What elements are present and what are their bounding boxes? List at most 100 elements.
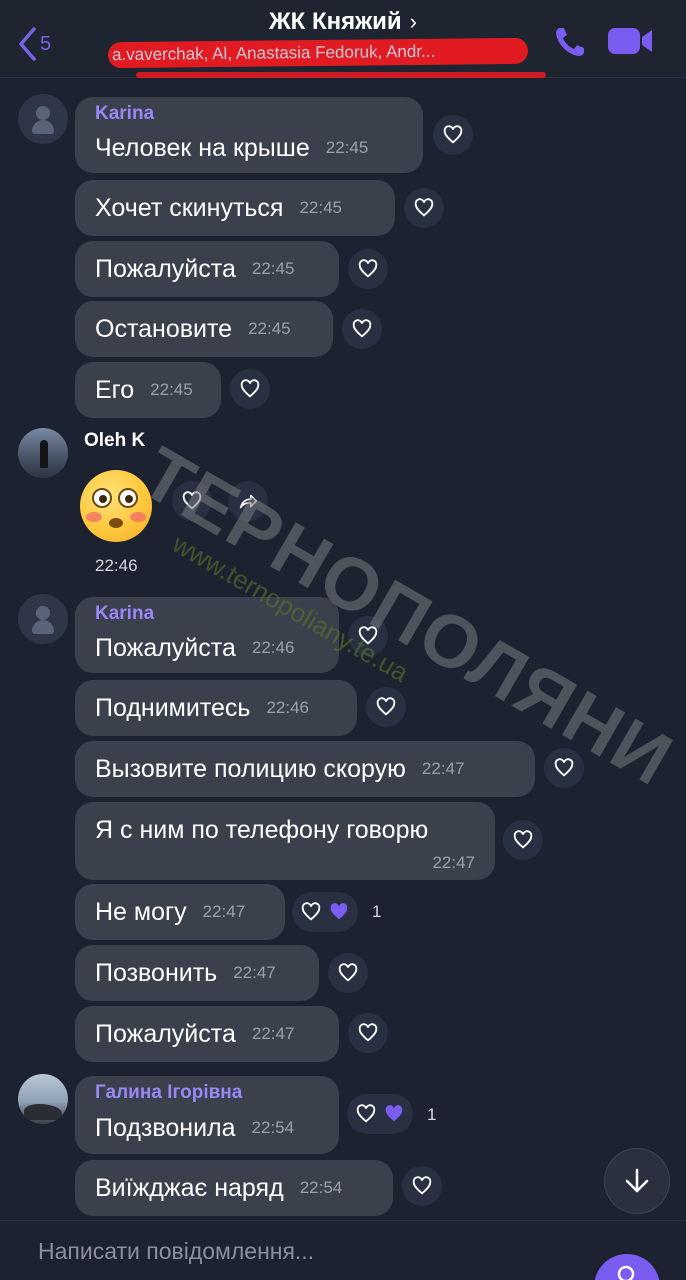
message-bubble[interactable]: Остановите 22:45 <box>75 301 333 357</box>
message-text: Не могу <box>95 897 187 926</box>
phone-icon[interactable] <box>550 22 590 62</box>
chat-header: 5 ЖК Княжий › a.vaverchak, Al, Anastasia … <box>0 0 686 78</box>
like-button[interactable] <box>503 820 543 860</box>
reaction-pill[interactable] <box>292 892 358 932</box>
message-text: Позвонить <box>95 958 218 987</box>
heart-icon <box>412 1176 432 1195</box>
like-button[interactable] <box>230 369 270 409</box>
like-button[interactable] <box>544 748 584 788</box>
like-button[interactable] <box>172 481 212 521</box>
sender-name: Karina <box>95 103 155 124</box>
message-time: 22:54 <box>251 1118 295 1137</box>
message-time: 22:47 <box>251 1024 295 1043</box>
heart-icon <box>301 902 321 921</box>
heart-icon <box>356 1104 376 1123</box>
message-text: Поднимитесь <box>95 693 251 722</box>
chat-title-chevron: › <box>409 9 417 34</box>
sender-name: Oleh K <box>84 430 146 451</box>
message-text: Пожалуйста <box>95 1019 236 1048</box>
message-bubble[interactable]: Пожалуйста 22:47 <box>75 1006 339 1062</box>
message-time: 22:46 <box>266 698 309 717</box>
message-time: 22:46 <box>95 556 138 575</box>
scroll-to-bottom-button[interactable] <box>604 1148 670 1214</box>
message-text: Остановите <box>95 314 233 343</box>
heart-icon <box>376 697 396 716</box>
heart-icon <box>443 125 463 144</box>
heart-icon <box>338 963 358 982</box>
heart-icon <box>358 1023 378 1042</box>
heart-icon <box>414 198 434 217</box>
message-bubble[interactable]: Галина Ігорівна Подзвонила 22:54 <box>75 1076 339 1154</box>
like-button[interactable] <box>402 1166 442 1206</box>
avatar-galyna[interactable] <box>18 1074 68 1124</box>
message-bubble[interactable]: Поднимитесь 22:46 <box>75 680 357 736</box>
message-text: Подзвонила <box>95 1113 236 1142</box>
heart-icon <box>358 626 378 645</box>
message-bubble[interactable]: Не могу 22:47 <box>75 884 285 940</box>
message-text: Хочет скинуться <box>95 193 284 222</box>
message-time: 22:47 <box>202 902 246 921</box>
heart-icon <box>240 379 260 398</box>
message-time: 22:45 <box>251 259 295 278</box>
heart-icon <box>554 758 574 777</box>
sender-name: Karina <box>95 603 155 624</box>
message-time: 22:45 <box>299 198 343 217</box>
avatar-silhouette <box>40 440 48 468</box>
redaction-mark <box>136 72 546 78</box>
message-time: 22:45 <box>248 319 291 338</box>
reaction-pill[interactable] <box>347 1094 413 1134</box>
like-button[interactable] <box>366 687 406 727</box>
message-time: 22:47 <box>432 852 475 872</box>
chat-title-text: ЖК Княжий <box>268 8 402 35</box>
like-button[interactable] <box>348 616 388 656</box>
message-text: Его <box>95 375 135 404</box>
heart-filled-icon <box>385 1105 403 1122</box>
message-composer <box>0 1220 686 1280</box>
message-time: 22:54 <box>299 1178 343 1197</box>
send-icon <box>617 1265 635 1280</box>
message-text: Человек на крыше <box>95 133 310 162</box>
message-bubble[interactable]: Karina Пожалуйста 22:46 <box>75 597 339 673</box>
avatar-karina[interactable] <box>18 94 68 144</box>
message-bubble[interactable]: Я с ним по телефону говорю 22:47 <box>75 802 495 880</box>
message-bubble[interactable]: Хочет скинуться 22:45 <box>75 180 395 236</box>
like-button[interactable] <box>404 188 444 228</box>
sender-name: Галина Ігорівна <box>95 1082 243 1103</box>
message-text: Пожалуйста <box>95 633 236 662</box>
message-text: Виїжджає наряд <box>95 1173 284 1202</box>
message-bubble[interactable]: Виїжджає наряд 22:54 <box>75 1160 393 1216</box>
share-icon <box>239 494 258 509</box>
heart-icon <box>352 319 372 338</box>
like-button[interactable] <box>342 309 382 349</box>
video-camera-icon[interactable] <box>606 24 654 58</box>
message-time: 22:46 <box>251 638 295 657</box>
message-time: 22:45 <box>325 138 369 157</box>
message-text: Пожалуйста <box>95 254 236 283</box>
avatar-karina[interactable] <box>18 594 68 644</box>
share-button[interactable] <box>228 481 268 521</box>
like-button[interactable] <box>328 953 368 993</box>
message-text: Вызовите полицию скорую <box>95 754 406 783</box>
like-button[interactable] <box>348 249 388 289</box>
heart-icon <box>182 491 202 510</box>
participants-list[interactable]: a.vaverchak, Al, Anastasia Fedoruk, Andr… <box>107 37 529 69</box>
avatar-oleh-k[interactable] <box>18 428 68 478</box>
arrow-down-icon <box>625 1168 649 1193</box>
heart-icon <box>358 259 378 278</box>
message-time: 22:47 <box>421 759 465 778</box>
message-bubble[interactable]: Позвонить 22:47 <box>75 945 319 1001</box>
flushed-face-emoji[interactable] <box>80 470 152 542</box>
message-bubble[interactable]: Пожалуйста 22:45 <box>75 241 339 297</box>
like-button[interactable] <box>348 1013 388 1053</box>
message-bubble[interactable]: Его 22:45 <box>75 362 221 418</box>
reaction-count: 1 <box>427 1105 437 1124</box>
heart-icon <box>513 830 533 849</box>
heart-filled-icon <box>330 903 348 920</box>
message-bubble[interactable]: Вызовите полицию скорую 22:47 <box>75 741 535 797</box>
message-time: 22:47 <box>233 963 276 982</box>
message-bubble[interactable]: Karina Человек на крыше 22:45 <box>75 97 423 173</box>
like-button[interactable] <box>433 115 473 155</box>
message-input[interactable] <box>38 1231 558 1271</box>
message-time: 22:45 <box>150 380 193 399</box>
reaction-count: 1 <box>372 902 382 921</box>
